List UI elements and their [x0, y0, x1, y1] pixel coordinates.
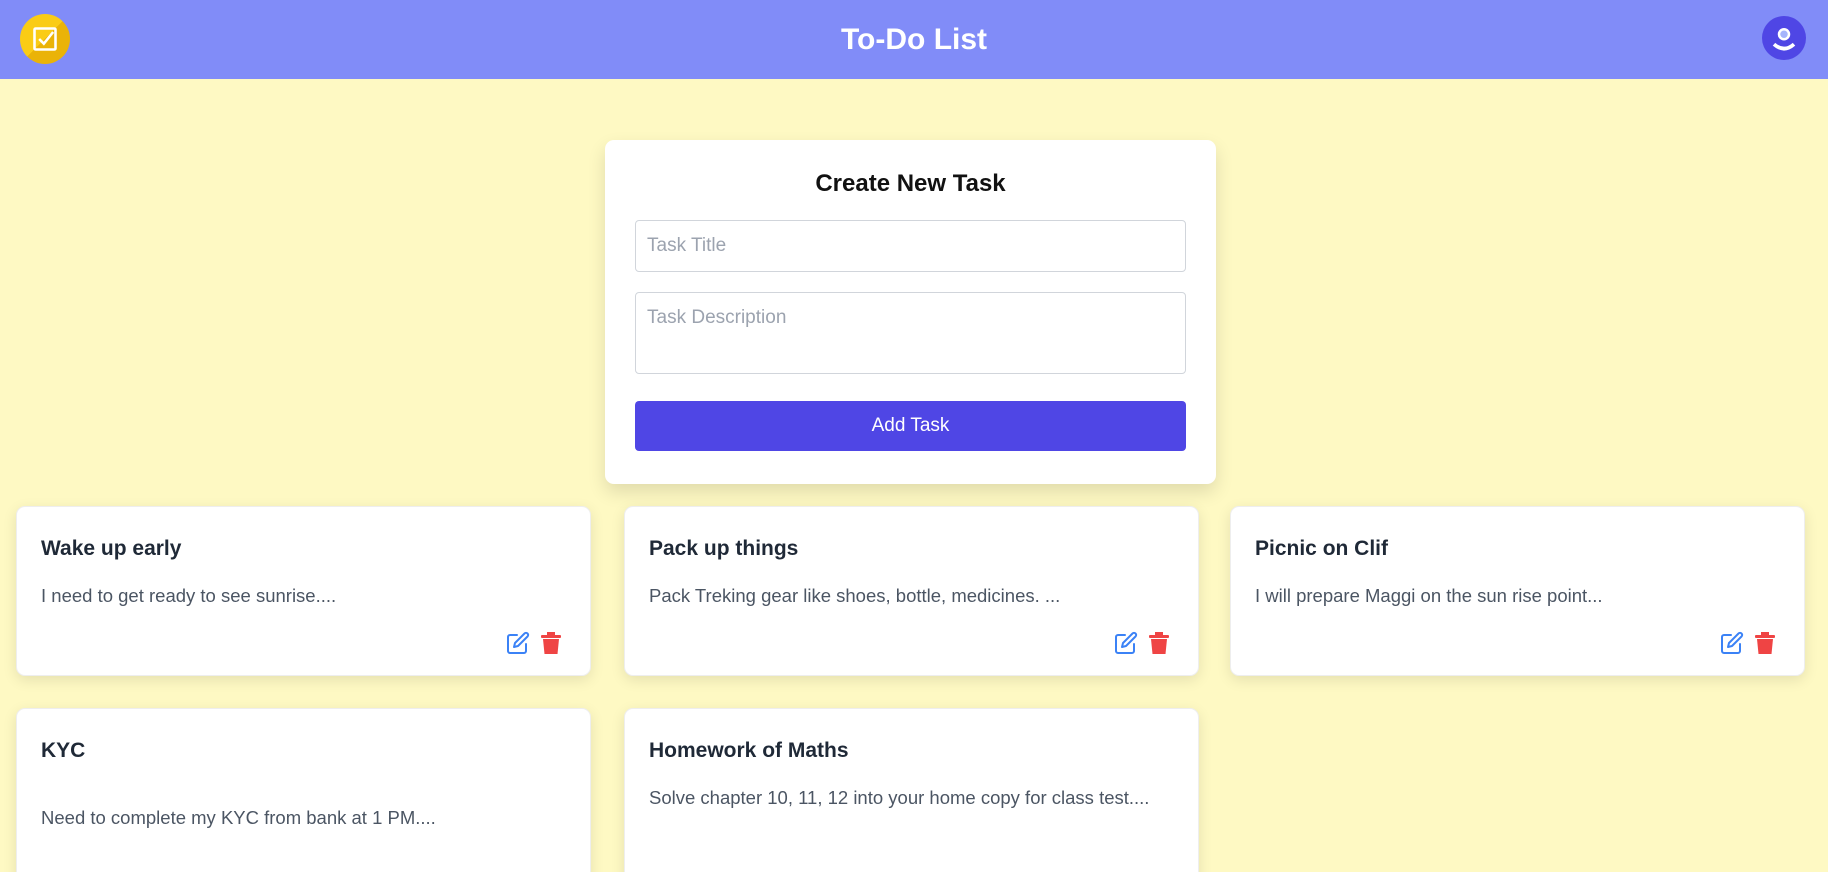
- task-card: Homework of Maths Solve chapter 10, 11, …: [624, 708, 1199, 872]
- edit-icon[interactable]: [1720, 631, 1744, 655]
- task-description: I will prepare Maggi on the sun rise poi…: [1255, 585, 1603, 606]
- task-card: Picnic on Clif I will prepare Maggi on t…: [1230, 506, 1805, 676]
- task-actions: [506, 631, 564, 655]
- trash-icon[interactable]: [540, 631, 564, 655]
- task-description: Solve chapter 10, 11, 12 into your home …: [649, 787, 1150, 808]
- form-title: Create New Task: [815, 170, 1006, 197]
- edit-icon[interactable]: [1114, 631, 1138, 655]
- task-description: I need to get ready to see sunrise....: [41, 585, 337, 606]
- task-actions: [1114, 631, 1172, 655]
- task-title: Homework of Maths: [649, 739, 849, 762]
- checkbox-logo-icon[interactable]: [20, 14, 70, 64]
- task-title: KYC: [41, 739, 86, 762]
- task-description-input[interactable]: Task Description: [635, 292, 1186, 374]
- app-title: To-Do List: [840, 22, 988, 56]
- task-card: KYC Need to complete my KYC from bank at…: [16, 708, 591, 872]
- app-header: To-Do List: [0, 0, 1828, 79]
- trash-icon[interactable]: [1148, 631, 1172, 655]
- task-title: Pack up things: [649, 537, 799, 560]
- task-card: Wake up early I need to get ready to see…: [16, 506, 591, 676]
- task-actions: [1720, 631, 1778, 655]
- task-title: Wake up early: [41, 537, 182, 560]
- task-description: Pack Treking gear like shoes, bottle, me…: [649, 585, 1061, 606]
- task-description: Need to complete my KYC from bank at 1 P…: [41, 807, 436, 828]
- task-card: Pack up things Pack Treking gear like sh…: [624, 506, 1199, 676]
- task-title: Picnic on Clif: [1255, 537, 1389, 560]
- edit-icon[interactable]: [506, 631, 530, 655]
- task-title-input[interactable]: Task Title: [635, 220, 1186, 272]
- trash-icon[interactable]: [1754, 631, 1778, 655]
- create-task-form: Create New Task Task Title Task Descript…: [605, 140, 1216, 484]
- add-task-button[interactable]: Add Task: [635, 401, 1186, 451]
- user-avatar-icon[interactable]: [1762, 16, 1806, 60]
